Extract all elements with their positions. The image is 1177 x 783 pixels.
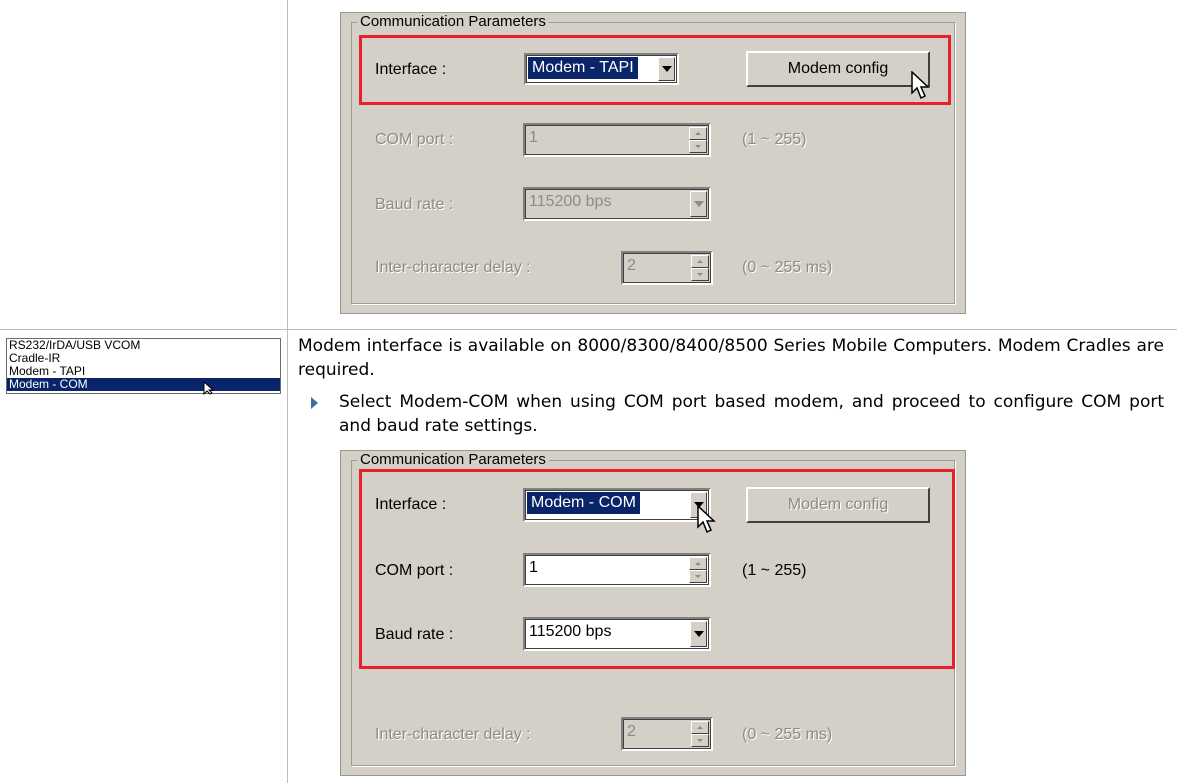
top-dialog-panel: Communication Parameters Interface : Mod… <box>340 12 966 314</box>
top-delay-label: Inter-character delay : <box>375 259 531 276</box>
stepper-down-button[interactable] <box>691 734 709 747</box>
bottom-settings-highlight-box <box>359 469 955 669</box>
top-delay-range: (0 ~ 255 ms) <box>742 259 833 276</box>
description-bullet: Select Modem-COM when using COM port bas… <box>339 392 1164 436</box>
top-delay-stepper[interactable] <box>691 255 709 281</box>
top-com-port-label: COM port : <box>375 131 454 148</box>
top-baud-rate-label: Baud rate : <box>375 196 454 213</box>
bullet-arrow-icon <box>311 397 318 409</box>
top-com-port-stepper[interactable] <box>689 127 707 153</box>
top-com-port-range: (1 ~ 255) <box>742 131 807 148</box>
stepper-down-button[interactable] <box>691 268 709 281</box>
top-group-legend: Communication Parameters <box>357 13 549 31</box>
top-delay-input[interactable]: 2 <box>621 251 713 285</box>
bottom-group-legend: Communication Parameters <box>357 451 549 469</box>
arrow-up-icon <box>697 726 703 729</box>
bottom-delay-input[interactable]: 2 <box>621 717 713 751</box>
bottom-delay-value: 2 <box>627 723 636 740</box>
mouse-cursor-icon <box>697 505 716 534</box>
bottom-delay-label: Inter-character delay : <box>375 726 531 743</box>
arrow-up-icon <box>697 260 703 263</box>
top-com-port-input[interactable]: 1 <box>523 123 711 157</box>
arrow-down-icon <box>697 739 703 742</box>
interface-list[interactable]: RS232/IrDA/USB VCOM Cradle-IR Modem - TA… <box>6 338 281 394</box>
arrow-down-icon <box>695 145 701 148</box>
stepper-up-button[interactable] <box>689 127 707 140</box>
table-vertical-divider <box>287 0 288 783</box>
table-horizontal-divider <box>0 329 1177 330</box>
top-baud-rate-select[interactable]: 115200 bps <box>523 187 711 221</box>
bottom-delay-stepper[interactable] <box>691 721 709 747</box>
top-com-port-value: 1 <box>529 129 538 146</box>
stepper-up-button[interactable] <box>691 721 709 734</box>
stepper-up-button[interactable] <box>691 255 709 268</box>
top-interface-highlight-box <box>359 35 951 105</box>
bottom-dialog-panel: Communication Parameters Interface : Mod… <box>340 450 966 776</box>
stepper-down-button[interactable] <box>689 140 707 153</box>
arrow-down-icon <box>697 273 703 276</box>
arrow-up-icon <box>695 132 701 135</box>
mouse-cursor-icon <box>911 71 930 100</box>
list-item-modem-com[interactable]: Modem - COM <box>7 378 280 391</box>
top-delay-value: 2 <box>627 257 636 274</box>
mouse-cursor-icon <box>203 381 215 395</box>
top-baud-rate-dropdown-button[interactable] <box>690 191 707 217</box>
bottom-delay-range: (0 ~ 255 ms) <box>742 726 833 743</box>
chevron-down-icon <box>693 201 704 207</box>
description-paragraph: Modem interface is available on 8000/830… <box>298 336 1164 380</box>
top-baud-rate-value: 115200 bps <box>529 193 612 210</box>
